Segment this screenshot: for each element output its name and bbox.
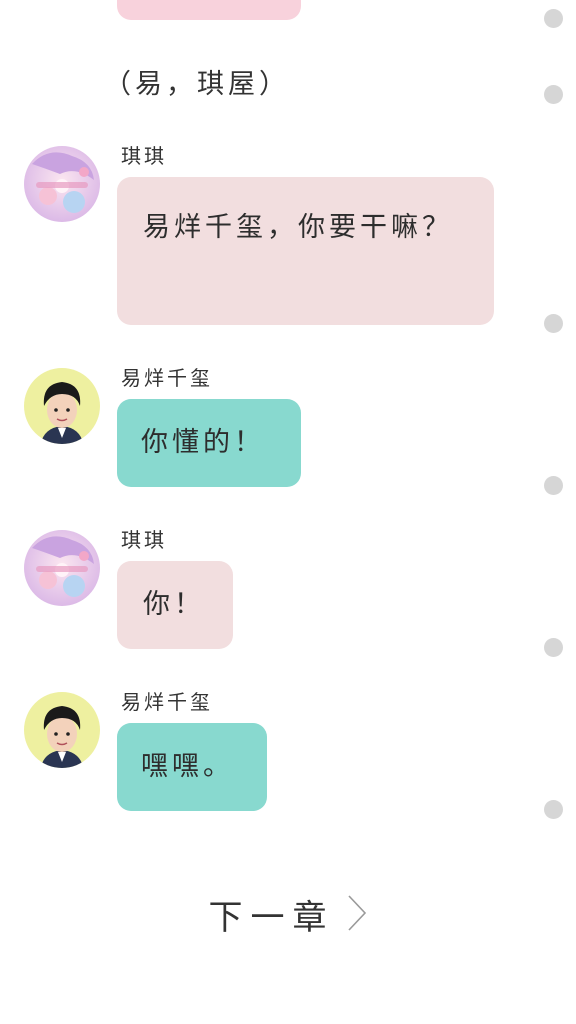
- scroll-dot: [544, 314, 563, 333]
- message-bubble: 嘿嘿。: [117, 723, 267, 811]
- sender-name: 琪琪: [121, 144, 167, 168]
- boy-photo-avatar[interactable]: [24, 368, 100, 444]
- previous-message-bubble: [117, 0, 301, 20]
- scene-narration: （易，琪屋）: [104, 69, 290, 100]
- sender-name: 琪琪: [121, 528, 167, 552]
- scroll-dot: [544, 638, 563, 657]
- scroll-dot: [544, 476, 563, 495]
- scroll-dot: [544, 800, 563, 819]
- chevron-right-icon: [346, 893, 368, 937]
- anime-girl-avatar[interactable]: [24, 530, 100, 606]
- scroll-dot: [544, 9, 563, 28]
- scroll-dot: [544, 85, 563, 104]
- next-chapter-button[interactable]: 下一章: [0, 890, 576, 939]
- message-bubble: 你！: [117, 561, 233, 649]
- boy-photo-avatar[interactable]: [24, 692, 100, 768]
- sender-name: 易烊千玺: [121, 690, 213, 714]
- sender-name: 易烊千玺: [121, 366, 213, 390]
- next-chapter-label: 下一章: [208, 898, 335, 938]
- anime-girl-avatar[interactable]: [24, 146, 100, 222]
- message-bubble: 易烊千玺，你要干嘛？: [117, 177, 494, 325]
- message-bubble: 你懂的！: [117, 399, 301, 487]
